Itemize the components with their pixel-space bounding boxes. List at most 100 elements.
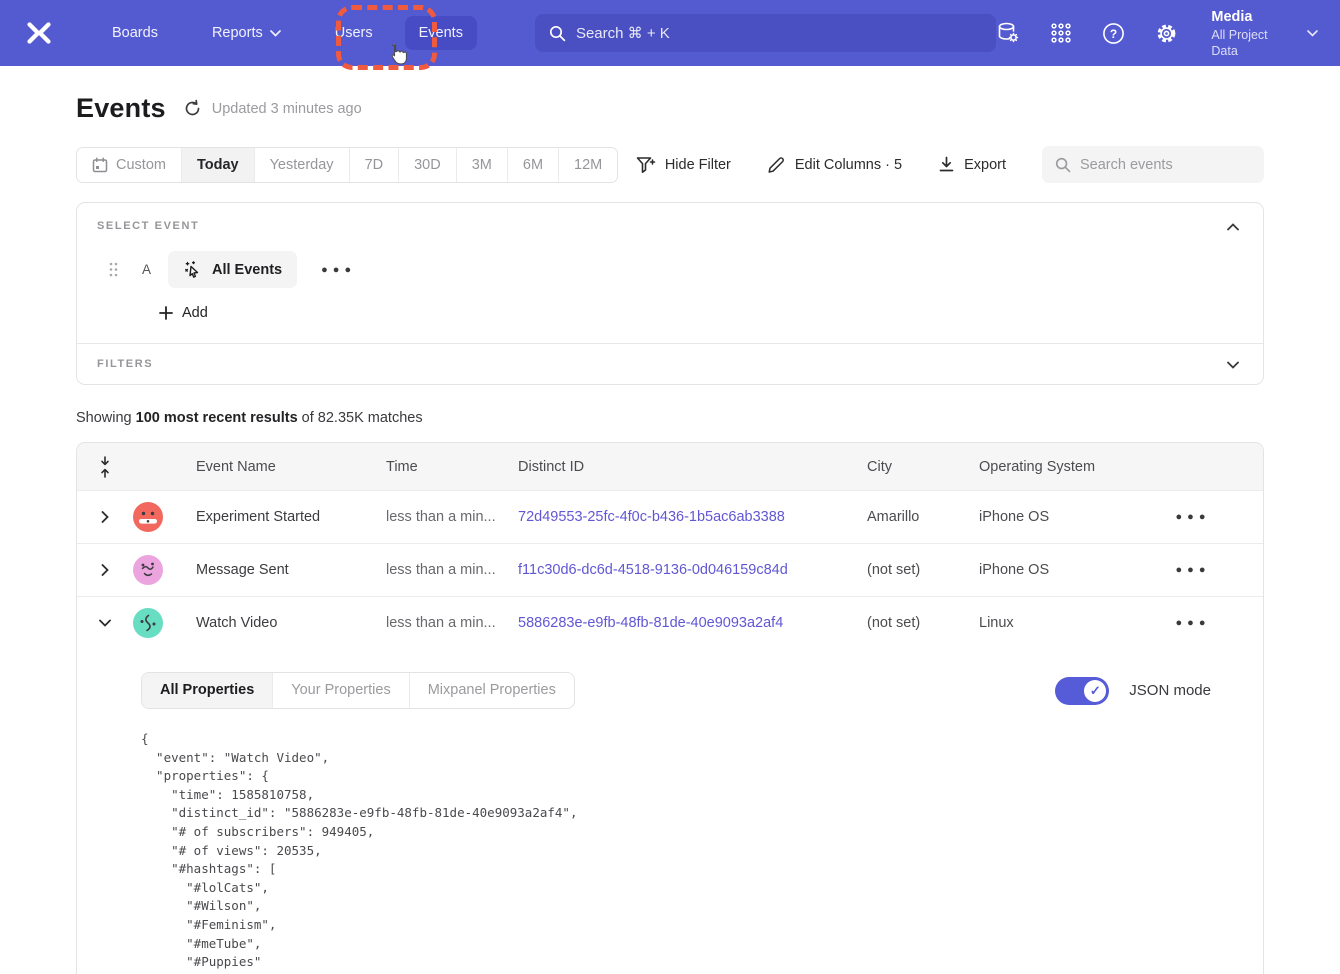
event-selector-row: A All Events ● ● ● [97,251,1243,288]
tab-mixpanel-properties[interactable]: Mixpanel Properties [409,673,574,708]
column-header[interactable]: Operating System [979,459,1119,475]
search-events-input[interactable]: Search events [1042,146,1264,183]
date-range-3m[interactable]: 3M [456,148,507,182]
date-range-label: 7D [365,157,384,173]
row-more-menu-icon[interactable]: ● ● ● [1119,564,1263,576]
distinct-id-link[interactable]: 72d49553-25fc-4f0c-b436-1b5ac6ab3388 [518,509,867,525]
toggle-check-icon: ✓ [1084,680,1106,702]
row-more-menu-icon[interactable]: ● ● ● [1119,511,1263,523]
edit-columns-button[interactable]: Edit Columns · 5 [767,155,902,174]
event-name-cell: Experiment Started [196,509,386,525]
drag-handle-icon[interactable] [109,262,118,277]
help-icon[interactable]: ? [1102,21,1126,45]
navbar-right-cluster: ? Media All Project Data [996,8,1318,59]
mixpanel-logo-icon[interactable] [22,16,56,50]
tab-your-properties[interactable]: Your Properties [272,673,408,708]
nav-item-label: Reports [212,25,263,41]
chevron-down-icon [1227,361,1239,369]
collapse-row-button[interactable] [91,609,119,637]
filters-section[interactable]: FILTERS [77,344,1263,384]
nav-item-users[interactable]: Users [321,16,387,50]
os-cell: Linux [979,615,1119,631]
collapse-section-button[interactable] [1221,215,1245,239]
add-event-button[interactable]: Add [159,305,208,321]
row-more-menu-icon[interactable]: ● ● ● [1119,617,1263,629]
city-cell: (not set) [867,615,979,631]
summary-prefix: Showing [76,410,136,426]
json-mode-toggle[interactable]: ✓ [1055,677,1109,705]
nav-item-boards[interactable]: Boards [98,16,172,50]
nav-item-events[interactable]: Events [405,16,477,50]
event-name-cell: Watch Video [196,615,386,631]
date-range-label: Custom [116,157,166,173]
date-range-today[interactable]: Today [181,148,254,182]
collapse-rows-icon[interactable] [77,456,133,478]
event-select-button[interactable]: All Events [168,251,297,288]
city-cell: Amarillo [867,509,979,525]
date-range-custom[interactable]: Custom [77,148,181,182]
column-header[interactable]: Event Name [196,459,386,475]
main-content: Events Updated 3 minutes ago Custom [0,93,1340,974]
expand-row-button[interactable] [91,503,119,531]
search-placeholder: Search ⌘ + K [576,24,670,42]
event-more-menu-icon[interactable]: ● ● ● [315,258,358,282]
time-cell: less than a min... [386,562,518,578]
plus-icon [159,306,173,320]
calendar-icon [92,157,108,173]
date-range-yesterday[interactable]: Yesterday [254,148,349,182]
svg-text:?: ? [1110,27,1117,41]
events-table: Event Name Time Distinct ID City Operati… [76,442,1264,974]
nav-item-reports[interactable]: Reports [198,16,295,50]
event-name-cell: Message Sent [196,562,386,578]
data-management-icon[interactable] [996,21,1020,45]
distinct-id-link[interactable]: 5886283e-e9fb-48fb-81de-40e9093a2af4 [518,615,867,631]
date-range-7d[interactable]: 7D [349,148,399,182]
json-mode-label: JSON mode [1129,682,1211,699]
table-row[interactable]: Experiment Started less than a min... 72… [77,490,1263,543]
export-button[interactable]: Export [938,156,1006,174]
filter-funnel-icon [636,156,656,174]
chevron-down-icon [1307,30,1318,37]
date-range-30d[interactable]: 30D [398,148,456,182]
date-range-12m[interactable]: 12M [558,148,617,182]
top-navbar: Boards Reports Users Events Search ⌘ + K [0,0,1340,66]
updated-status: Updated 3 minutes ago [183,99,362,118]
project-name: Media [1211,8,1297,27]
table-row[interactable]: Message Sent less than a min... f11c30d6… [77,543,1263,596]
time-cell: less than a min... [386,509,518,525]
event-cursor-icon [183,260,203,280]
time-cell: less than a min... [386,615,518,631]
table-row-expanded[interactable]: Watch Video less than a min... 5886283e-… [77,596,1263,649]
event-avatar [133,502,163,532]
nav-item-label: Boards [112,25,158,41]
edit-columns-label: Edit Columns · 5 [795,157,902,173]
refresh-icon[interactable] [183,99,202,118]
chevron-right-icon [101,511,109,523]
event-detail-panel: All Properties Your Properties Mixpanel … [77,649,1263,974]
chevron-up-icon [1227,223,1239,231]
os-cell: iPhone OS [979,509,1119,525]
global-search-input[interactable]: Search ⌘ + K [535,14,996,52]
expand-filters-button[interactable] [1221,353,1245,377]
expand-row-button[interactable] [91,556,119,584]
column-header[interactable]: Distinct ID [518,459,867,475]
column-header[interactable]: City [867,459,979,475]
settings-gear-icon[interactable] [1155,21,1179,45]
event-avatar [133,555,163,585]
date-range-label: 3M [472,157,492,173]
page-title: Events [76,93,166,124]
select-event-label: SELECT EVENT [97,220,1243,232]
date-range-label: 30D [414,157,441,173]
project-subtitle: All Project Data [1211,27,1297,59]
date-range-6m[interactable]: 6M [507,148,558,182]
project-selector[interactable]: Media All Project Data [1211,8,1318,59]
tab-all-properties[interactable]: All Properties [142,673,272,708]
hide-filter-button[interactable]: Hide Filter [636,156,731,174]
distinct-id-link[interactable]: f11c30d6-dc6d-4518-9136-0d046159c84d [518,562,867,578]
column-header[interactable]: Time [386,459,518,475]
export-label: Export [964,157,1006,173]
apps-grid-icon[interactable] [1049,21,1073,45]
events-page: Boards Reports Users Events Search ⌘ + K [0,0,1340,974]
table-header-row: Event Name Time Distinct ID City Operati… [77,443,1263,490]
table-tools: Hide Filter Edit Columns · 5 Export [636,146,1264,183]
